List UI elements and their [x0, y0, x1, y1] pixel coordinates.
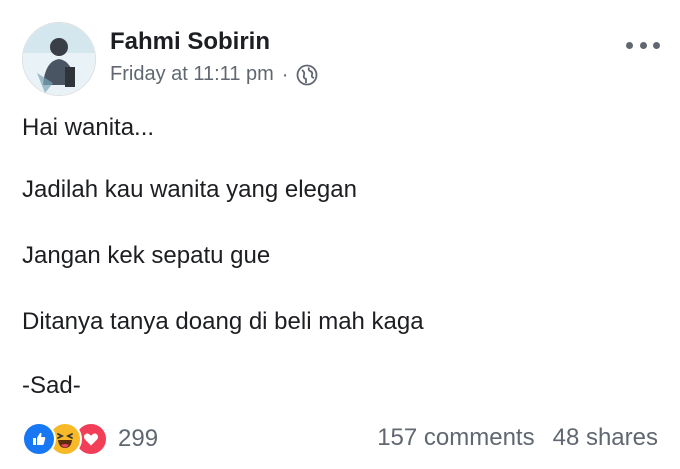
- author-name[interactable]: Fahmi Sobirin: [110, 28, 270, 56]
- post-timestamp[interactable]: Friday at 11:11 pm: [110, 63, 274, 86]
- avatar[interactable]: [22, 22, 96, 96]
- meta-separator: ·: [281, 63, 289, 86]
- like-icon: [22, 422, 56, 456]
- more-dot: [639, 41, 647, 49]
- engagement-counts: 157 comments 48 shares: [377, 424, 658, 452]
- post-text-line: Jangan kek sepatu gue: [22, 242, 271, 269]
- more-dot: [653, 41, 660, 49]
- post-text-line: Jadilah kau wanita yang elegan: [22, 176, 357, 203]
- reaction-count: 299: [118, 425, 159, 452]
- post-text-line: Hai wanita...: [22, 114, 155, 141]
- post-meta: Friday at 11:11 pm ·: [110, 63, 318, 86]
- post-text-line: Ditanya tanya doang di beli mah kaga: [22, 308, 424, 335]
- avatar-photo: [23, 23, 95, 95]
- globe-icon[interactable]: [296, 64, 318, 86]
- reactions-summary[interactable]: 299: [22, 422, 158, 456]
- more-options-icon[interactable]: [626, 40, 660, 50]
- shares-count[interactable]: 48 shares: [553, 424, 658, 452]
- more-dot: [626, 41, 633, 49]
- post-text-line: -Sad-: [22, 372, 81, 399]
- facebook-post: Fahmi Sobirin Friday at 11:11 pm · Hai w…: [0, 0, 680, 469]
- comments-count[interactable]: 157 comments: [377, 424, 534, 452]
